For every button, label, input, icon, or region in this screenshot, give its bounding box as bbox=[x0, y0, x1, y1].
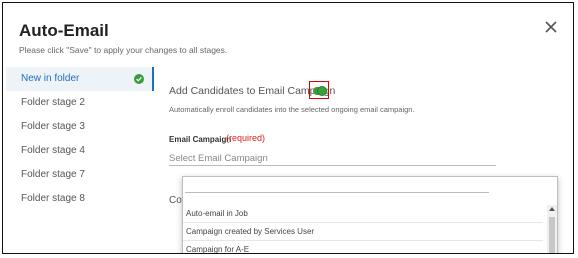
sidebar-item-label: Folder stage 3 bbox=[21, 121, 85, 132]
sidebar-item-new-in-folder[interactable]: New in folder bbox=[6, 67, 154, 91]
help-text: Automatically enroll candidates into the… bbox=[169, 105, 415, 114]
campaign-dropdown: Auto-email in Job Campaign created by Se… bbox=[182, 176, 558, 253]
sidebar-item-label: Folder stage 7 bbox=[21, 169, 85, 180]
sidebar-item-label: Folder stage 2 bbox=[21, 97, 85, 108]
dropdown-options: Auto-email in Job Campaign created by Se… bbox=[183, 205, 543, 253]
sidebar-item-label: Folder stage 8 bbox=[21, 193, 85, 204]
sidebar-item-folder-stage-7[interactable]: Folder stage 7 bbox=[6, 163, 154, 187]
campaign-toggle[interactable] bbox=[313, 86, 327, 96]
required-indicator: (required) bbox=[226, 133, 266, 143]
sidebar-item-folder-stage-2[interactable]: Folder stage 2 bbox=[6, 91, 154, 115]
auto-email-dialog: Auto-Email Please click "Save" to apply … bbox=[2, 2, 574, 254]
dialog-subtitle: Please click "Save" to apply your change… bbox=[19, 45, 228, 55]
sidebar-item-folder-stage-8[interactable]: Folder stage 8 bbox=[6, 187, 154, 211]
sidebar-item-folder-stage-4[interactable]: Folder stage 4 bbox=[6, 139, 154, 163]
email-campaign-select[interactable] bbox=[169, 151, 496, 166]
email-campaign-label: Email Campaign bbox=[169, 135, 232, 144]
scroll-up-icon[interactable] bbox=[549, 207, 555, 211]
dropdown-option[interactable]: Auto-email in Job bbox=[183, 205, 543, 223]
sidebar-item-folder-stage-3[interactable]: Folder stage 3 bbox=[6, 115, 154, 139]
dropdown-option[interactable]: Campaign created by Services User bbox=[183, 223, 543, 241]
dialog-title: Auto-Email bbox=[19, 21, 109, 40]
partial-section-label: Co bbox=[169, 195, 182, 206]
dropdown-scrollbar[interactable] bbox=[547, 205, 557, 253]
scrollbar-thumb[interactable] bbox=[549, 217, 555, 253]
check-circle-icon bbox=[134, 74, 144, 84]
sidebar-item-label: Folder stage 4 bbox=[21, 145, 85, 156]
dropdown-search-input[interactable] bbox=[185, 190, 489, 193]
sidebar-item-label: New in folder bbox=[21, 73, 80, 84]
toggle-highlight bbox=[309, 81, 329, 99]
stage-sidebar: New in folder Folder stage 2 Folder stag… bbox=[6, 67, 154, 253]
dropdown-option[interactable]: Campaign for A-E bbox=[183, 241, 543, 253]
close-icon[interactable] bbox=[543, 19, 559, 35]
